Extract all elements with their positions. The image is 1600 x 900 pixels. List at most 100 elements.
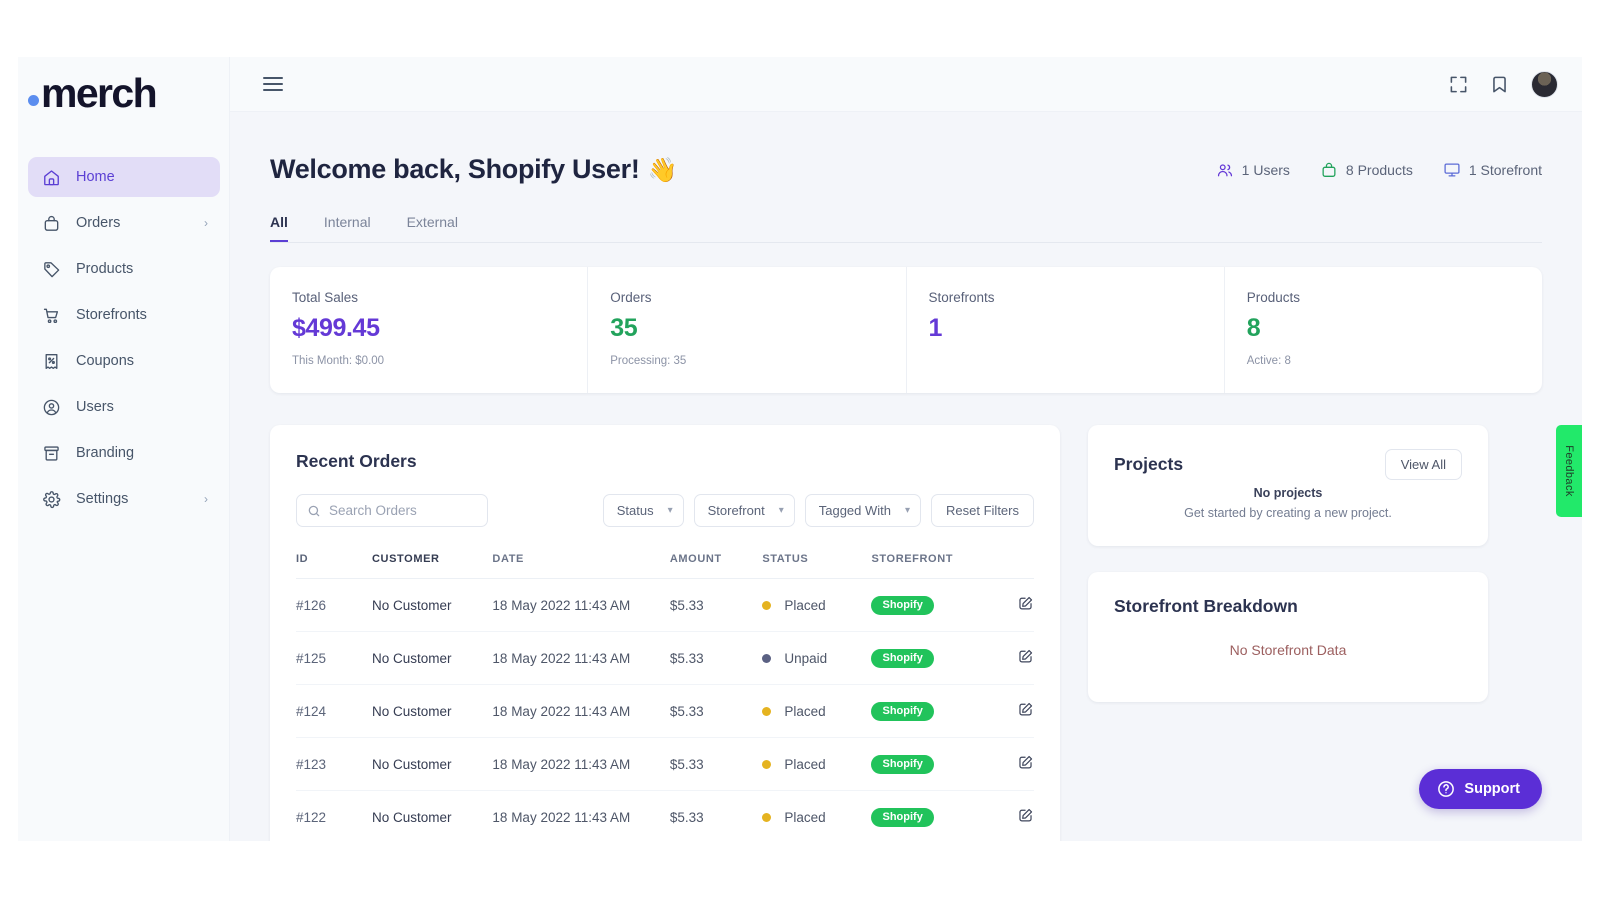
cell-id: #125 [296,631,373,685]
quick-stat-label: 1 Users [1241,161,1290,178]
table-row[interactable]: #123 No Customer 18 May 2022 11:43 AM $5.33… [296,737,1034,791]
sidebar-item-products[interactable]: Products [28,249,220,289]
recent-orders-card: Recent Orders Status▾ Storefront▾ Tagged W… [270,425,1060,841]
topbar [230,57,1582,112]
storefront-breakdown-empty: No Storefront Data [1229,642,1347,658]
cell-amount: $5.33 [669,684,763,738]
bag-icon [40,212,62,234]
app-root: merch Home Orders › Products Storefronts Coup… [0,0,1600,900]
status-badge: Shopify [871,595,934,615]
bookmark-icon[interactable] [1490,75,1509,94]
tab-external[interactable]: External [407,214,458,242]
reset-filters-button[interactable]: Reset Filters [931,494,1034,527]
orders-table-body: #126 No Customer 18 May 2022 11:43 AM $5.33… [296,578,1034,841]
sidebar-item-label: Branding [76,445,135,461]
cell-status: Placed [762,790,872,841]
cell-date: 18 May 2022 11:43 AM [492,737,670,791]
sidebar-item-home[interactable]: Home [28,157,220,197]
browser-frame: merch Home Orders › Products Storefronts Coup… [0,0,1600,900]
projects-card: Projects View All No projects Get starte… [1088,425,1488,546]
storefront-breakdown-card: Storefront Breakdown No Storefront Data [1088,572,1488,702]
quick-stat-1: 8 Products [1320,161,1413,179]
stat-sublabel: This Month: $0.00 [292,355,385,367]
edit-icon[interactable] [1017,702,1034,721]
gear-icon [40,488,62,510]
cell-status: Placed [762,578,872,632]
cell-customer: No Customer [372,578,493,632]
edit-icon[interactable] [1017,649,1034,668]
sidebar-item-branding[interactable]: Branding [28,433,220,473]
cell-date: 18 May 2022 11:43 AM [492,684,670,738]
stat-card-products: Products 8 Active: 8 [1225,267,1542,393]
edit-icon[interactable] [1017,755,1034,774]
feedback-label: Feedback [1563,445,1576,497]
status-dot-icon [762,706,772,716]
brand-name: merch [41,70,158,116]
stat-value: $499.45 [292,314,380,342]
cell-amount: $5.33 [669,631,763,685]
edit-icon[interactable] [1017,808,1034,827]
chevron-down-icon: ▾ [667,505,673,516]
table-row[interactable]: #122 No Customer 18 May 2022 11:43 AM $5.33… [296,790,1034,841]
welcome-row: Welcome back, Shopify User! 👋 1 Users 8 Pr… [270,154,1542,185]
cell-customer: No Customer [372,737,493,791]
question-circle-icon [1438,781,1455,797]
search-orders-box[interactable] [296,494,488,527]
edit-icon[interactable] [1017,596,1034,615]
quick-stat-0: 1 Users [1216,161,1290,179]
stat-label: Total Sales [292,290,359,305]
projects-header: Projects View All [1114,449,1462,480]
sidebar-item-label: Users [76,399,114,415]
feedback-tab[interactable]: Feedback [1556,425,1582,517]
stat-cards: Total Sales $499.45 This Month: $0.00 Order… [270,267,1542,393]
quick-stats: 1 Users 8 Products 1 Storefront [1216,161,1542,179]
sidebar-item-label: Coupons [76,353,135,369]
view-all-button[interactable]: View All [1384,449,1462,480]
column-header-customer: CUSTOMER [372,553,493,579]
sidebar-item-storefronts[interactable]: Storefronts [28,295,220,335]
column-header-id: ID [296,553,373,579]
status-label: Placed [784,809,826,825]
status-label: Placed [784,703,826,719]
users-icon [1216,161,1234,179]
coupon-icon [40,350,62,372]
table-row[interactable]: #126 No Customer 18 May 2022 11:43 AM $5.33… [296,578,1034,632]
quick-stat-2: 1 Storefront [1443,161,1542,179]
table-row[interactable]: #124 No Customer 18 May 2022 11:43 AM $5.33… [296,684,1034,738]
sidebar: merch Home Orders › Products Storefronts Coup… [18,57,230,841]
filter-label: Tagged With [818,503,891,518]
filter-status[interactable]: Status ▾ [602,494,684,527]
tab-internal[interactable]: Internal [324,214,371,242]
support-button[interactable]: Support [1419,769,1542,809]
cell-amount: $5.33 [669,790,763,841]
tab-all[interactable]: All [270,214,288,242]
sidebar-item-coupons[interactable]: Coupons [28,341,220,381]
recent-orders-title: Recent Orders [296,451,417,471]
hamburger-icon[interactable] [263,73,283,95]
status-label: Unpaid [784,650,828,666]
status-badge: Shopify [871,648,934,668]
sidebar-item-orders[interactable]: Orders › [28,203,220,243]
cell-id: #123 [296,737,373,791]
cell-storefront: Shopify [871,790,987,841]
filter-selects: Status ▾ Storefront ▾ Tagged With ▾ Reset Filt… [602,494,1034,527]
cell-storefront: Shopify [871,631,987,685]
storefront-breakdown-title: Storefront Breakdown [1114,596,1298,616]
chevron-down-icon: ▾ [778,505,784,516]
page-title: Welcome back, Shopify User! 👋 [270,154,677,185]
sidebar-item-users[interactable]: Users [28,387,220,427]
monitor-icon [1443,161,1461,179]
table-row[interactable]: #125 No Customer 18 May 2022 11:43 AM $5.33… [296,631,1034,685]
projects-empty-subtitle: Get started by creating a new project. [1184,506,1392,520]
chevron-down-icon: ▾ [905,505,911,516]
avatar[interactable] [1531,70,1558,98]
cell-storefront: Shopify [871,737,987,791]
tag-icon [40,258,62,280]
cell-amount: $5.33 [669,737,763,791]
expand-icon[interactable] [1449,75,1468,94]
sidebar-item-settings[interactable]: Settings › [28,479,220,519]
search-input[interactable] [329,503,487,518]
filter-tagged-with[interactable]: Tagged With ▾ [804,494,922,527]
filter-storefront[interactable]: Storefront ▾ [693,494,795,527]
brand-logo[interactable]: merch [28,70,158,116]
